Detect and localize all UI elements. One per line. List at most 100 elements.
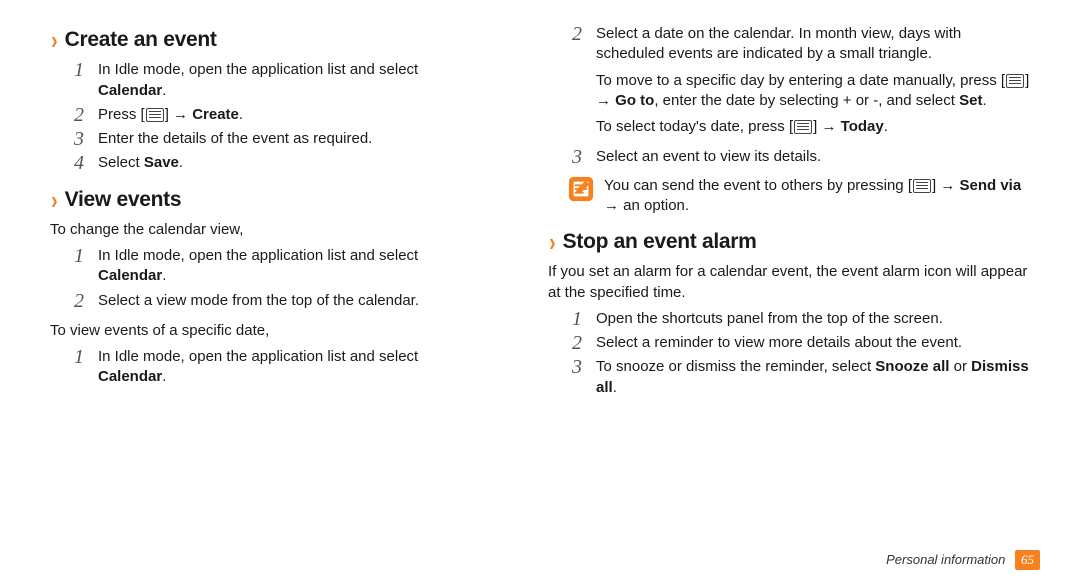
step-number: 2 [70, 291, 88, 311]
step-number: 2 [568, 333, 586, 353]
text: . [613, 379, 617, 396]
numbered-step: 3 Select an event to view its details. [568, 147, 1030, 167]
step-number: 2 [70, 105, 88, 125]
paragraph: To change the calendar view, [50, 220, 520, 240]
text: Select an event to view its details. [596, 148, 821, 165]
step-number: 1 [70, 347, 88, 388]
text: Open the shortcuts panel from the top of… [596, 310, 943, 327]
text-bold: Save [144, 154, 179, 171]
numbered-step: 4 Select Save. [70, 153, 520, 173]
section-heading: Create an event [65, 26, 217, 54]
text-bold: Go to [611, 92, 654, 109]
text: . [162, 82, 166, 99]
note-body: You can send the event to others by pres… [604, 176, 1030, 217]
text: Select a reminder to view more details a… [596, 334, 962, 351]
chevron-right-icon: › [51, 187, 58, 213]
step-text: Select a date on the calendar. In month … [596, 24, 1030, 143]
menu-icon [913, 179, 931, 193]
text-bold: Send via [955, 177, 1021, 194]
chevron-right-icon: › [549, 229, 556, 255]
text: Press [ [98, 106, 145, 123]
step-text: To snooze or dismiss the reminder, selec… [596, 357, 1030, 398]
text: . [162, 267, 166, 284]
numbered-step: 3 Enter the details of the event as requ… [70, 129, 520, 149]
step-text: In Idle mode, open the application list … [98, 347, 520, 388]
step-text: Enter the details of the event as requir… [98, 129, 520, 149]
text: . [239, 106, 243, 123]
step-number: 3 [568, 357, 586, 398]
chevron-right-icon: › [51, 27, 58, 53]
section-stop-an-event-alarm: › Stop an event alarm [548, 228, 1030, 256]
step-number: 1 [568, 309, 586, 329]
text: . [982, 92, 986, 109]
section-heading: Stop an event alarm [563, 228, 757, 256]
text-bold: Calendar [98, 267, 162, 284]
numbered-step: 2 Select a date on the calendar. In mont… [568, 24, 1030, 143]
note-icon [568, 176, 594, 202]
text-bold: Calendar [98, 368, 162, 385]
text: or [949, 358, 971, 375]
text-bold: Create [188, 106, 239, 123]
arrow: → [821, 118, 836, 135]
step-number: 1 [70, 246, 88, 287]
text-bold: Snooze all [875, 358, 949, 375]
step-text: Select an event to view its details. [596, 147, 1030, 167]
right-column: 2 Select a date on the calendar. In mont… [540, 20, 1060, 556]
left-column: › Create an event 1 In Idle mode, open t… [20, 20, 540, 556]
paragraph: To select today's date, press [] → Today… [596, 117, 1030, 137]
numbered-step: 1 In Idle mode, open the application lis… [70, 60, 520, 101]
step-text: Select Save. [98, 153, 520, 173]
text: In Idle mode, open the application list … [98, 247, 418, 264]
step-number: 3 [568, 147, 586, 167]
text: You can send the event to others by pres… [604, 177, 912, 194]
text: . [884, 118, 888, 135]
numbered-step: 1 In Idle mode, open the application lis… [70, 347, 520, 388]
text: To snooze or dismiss the reminder, selec… [596, 358, 875, 375]
arrow: → [940, 177, 955, 194]
menu-icon [794, 120, 812, 134]
section-create-an-event: › Create an event [50, 26, 520, 54]
arrow: → [604, 197, 619, 214]
text: . [162, 368, 166, 385]
step-text: Open the shortcuts panel from the top of… [596, 309, 1030, 329]
paragraph: If you set an alarm for a calendar event… [548, 262, 1030, 303]
numbered-step: 1 In Idle mode, open the application lis… [70, 246, 520, 287]
section-heading: View events [65, 186, 182, 214]
step-text: In Idle mode, open the application list … [98, 246, 520, 287]
text: Select a date on the calendar. In month … [596, 25, 961, 62]
numbered-step: 3 To snooze or dismiss the reminder, sel… [568, 357, 1030, 398]
arrow: → [173, 106, 188, 123]
text: an option. [619, 197, 689, 214]
step-text: Press [] → Create. [98, 105, 520, 125]
text: Enter the details of the event as requir… [98, 130, 372, 147]
step-text: Select a reminder to view more details a… [596, 333, 1030, 353]
section-view-events: › View events [50, 186, 520, 214]
numbered-step: 2 Select a view mode from the top of the… [70, 291, 520, 311]
step-number: 4 [70, 153, 88, 173]
note-block: You can send the event to others by pres… [568, 176, 1030, 217]
paragraph: To view events of a specific date, [50, 321, 520, 341]
numbered-step: 2 Select a reminder to view more details… [568, 333, 1030, 353]
step-text: In Idle mode, open the application list … [98, 60, 520, 101]
paragraph: To move to a specific day by entering a … [596, 71, 1030, 112]
text-bold: Today [836, 118, 883, 135]
text: In Idle mode, open the application list … [98, 348, 418, 365]
step-text: Select a view mode from the top of the c… [98, 291, 520, 311]
text-bold: Calendar [98, 82, 162, 99]
text-bold: Set [959, 92, 982, 109]
numbered-step: 2 Press [] → Create. [70, 105, 520, 125]
text: To select today's date, press [ [596, 118, 793, 135]
menu-icon [146, 108, 164, 122]
footer: Personal information 65 [886, 550, 1040, 570]
step-number: 2 [568, 24, 586, 143]
text: . [179, 154, 183, 171]
text: Select [98, 154, 144, 171]
step-number: 1 [70, 60, 88, 101]
step-number: 3 [70, 129, 88, 149]
text: , enter the date by selecting + or -, an… [654, 92, 959, 109]
manual-page: › Create an event 1 In Idle mode, open t… [0, 0, 1080, 586]
text: ] [165, 106, 173, 123]
footer-section-label: Personal information [886, 552, 1005, 567]
text: To move to a specific day by entering a … [596, 72, 1005, 89]
arrow: → [596, 92, 611, 109]
